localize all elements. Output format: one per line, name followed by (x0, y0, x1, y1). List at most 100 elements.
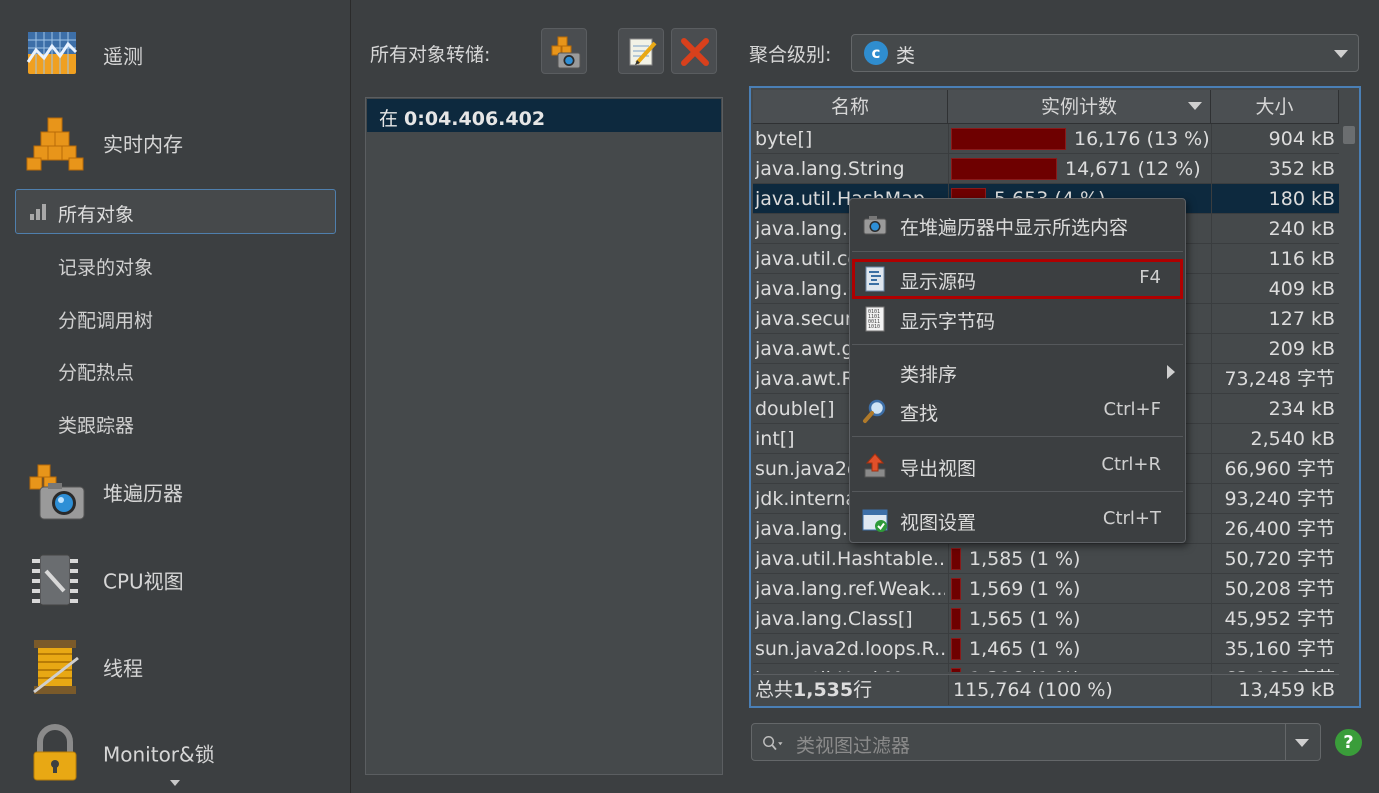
nav-allocation-call-tree[interactable]: 分配调用树 (58, 306, 153, 333)
nav-all-objects[interactable]: 所有对象 (15, 189, 336, 234)
nav-all-objects-label: 所有对象 (58, 204, 135, 226)
cell-instance-count: 14,671 (12 %) (948, 154, 1210, 184)
cell-size: 45,952 字节 (1211, 604, 1339, 634)
nav-threads-label: 线程 (103, 656, 143, 681)
dump-list[interactable]: 在 0:04.406.402 (365, 97, 723, 775)
nav-allocation-hot-spots[interactable]: 分配热点 (58, 358, 134, 385)
cell-size: 2,540 kB (1211, 424, 1339, 454)
cell-size: 26,400 字节 (1211, 514, 1339, 544)
delete-button[interactable] (671, 28, 717, 74)
lock-icon (26, 724, 84, 782)
table-row[interactable]: sun.java2d.loops.R... 1,465 (1 %) 35,160 字… (753, 634, 1339, 664)
nav-threads[interactable]: 线程 (26, 632, 143, 702)
table-row[interactable]: java.lang.ref.Weak... 1,569 (1 %) 50,208 字… (753, 574, 1339, 604)
heap-snapshot-icon (551, 36, 581, 69)
menu-item-find[interactable]: 查找 Ctrl+F (850, 393, 1185, 427)
cell-instance-count: 1,569 (1 %) (948, 574, 1210, 604)
table-footer: 总共1,535行 115,764 (100 %) 13,459 kB (753, 674, 1339, 705)
menu-item-export-view[interactable]: 导出视图 Ctrl+R (850, 448, 1185, 482)
instance-count-bar (951, 128, 1066, 150)
sidebar: 遥测 实时内存 所有对象 记录的对象 分配调用树 分配热点 类跟踪器 堆遍历器 … (0, 0, 351, 793)
help-button[interactable]: ? (1335, 729, 1362, 756)
find-icon (863, 399, 886, 423)
table-row[interactable]: java.util.Hashtable... 1,585 (1 %) 50,720 … (753, 544, 1339, 574)
search-icon (763, 736, 783, 751)
dump-list-item[interactable]: 在 0:04.406.402 (367, 99, 721, 132)
cell-instance-count: 1,565 (1 %) (948, 604, 1210, 634)
table-row[interactable]: java.lang.String 14,671 (12 %) 352 kB (753, 154, 1339, 184)
cell-class-name: java.lang.Class[] (755, 608, 913, 630)
aggregation-label: 聚合级别: (749, 44, 832, 66)
chevron-down-icon (1334, 50, 1348, 58)
nav-heap-walker-label: 堆遍历器 (103, 481, 183, 506)
instance-count-bar (951, 158, 1057, 180)
bytecode-icon: 0101110100111010 (865, 306, 885, 332)
cell-class-name: sun.java2d.loops.R... (755, 638, 945, 660)
cell-size: 116 kB (1211, 244, 1339, 274)
edit-button[interactable] (618, 28, 664, 74)
cell-size: 63,168 字节 (1211, 664, 1339, 672)
view-settings-icon (862, 509, 888, 532)
menu-item-shortcut: Ctrl+T (1102, 508, 1161, 529)
nav-class-tracker[interactable]: 类跟踪器 (58, 411, 134, 438)
cell-size: 66,960 字节 (1211, 454, 1339, 484)
cell-size: 409 kB (1211, 274, 1339, 304)
class-view-filter[interactable]: 类视图过滤器 (751, 723, 1321, 761)
instance-count-text: 16,176 (13 %) (1074, 128, 1210, 150)
menu-item-show-bytecode[interactable]: 0101 1101 0011 1010 显示字节码 (850, 301, 1185, 335)
footer-total-size: 13,459 kB (1211, 675, 1339, 705)
table-header: 名称 实例计数 大小 (753, 90, 1339, 124)
scrollbar-thumb[interactable] (1343, 126, 1355, 144)
nav-recorded-objects[interactable]: 记录的对象 (58, 253, 153, 280)
nav-telemetry[interactable]: 遥测 (26, 20, 143, 90)
menu-item-class-sorting[interactable]: 类排序 (850, 354, 1185, 388)
table-row[interactable]: java.lang.Class[] 1,565 (1 %) 45,952 字节 (753, 604, 1339, 634)
cell-class-name: java.lang.String (755, 158, 905, 180)
sidebar-scroll-down-icon[interactable] (170, 780, 180, 786)
cell-instance-count: 16,176 (13 %) (948, 124, 1210, 154)
nav-cpu-views-label: CPU视图 (103, 569, 184, 594)
live-memory-icon (26, 114, 84, 172)
aggregation-select[interactable]: c 类 (851, 34, 1359, 72)
instance-count-bar (951, 668, 961, 672)
nav-heap-walker[interactable]: 堆遍历器 (26, 457, 183, 527)
instance-count-text: 14,671 (12 %) (1065, 158, 1201, 180)
nav-telemetry-label: 遥测 (103, 44, 143, 69)
threads-icon (26, 638, 84, 696)
column-header-instance-count[interactable]: 实例计数 (948, 90, 1211, 124)
heap-walker-icon (26, 463, 85, 521)
nav-monitors-locks[interactable]: Monitor&锁 (26, 718, 215, 788)
take-heap-snapshot-button[interactable] (541, 28, 587, 74)
cell-size: 50,720 字节 (1211, 544, 1339, 574)
cell-size: 352 kB (1211, 154, 1339, 184)
cell-class-name: java.util.HashMap... (755, 664, 945, 672)
dump-item-prefix: 在 (379, 108, 405, 130)
column-header-size[interactable]: 大小 (1211, 90, 1339, 124)
menu-item-show-in-heap-walker[interactable]: 在堆遍历器中显示所选内容 (850, 207, 1185, 241)
chevron-down-icon[interactable] (1295, 739, 1309, 747)
menu-item-view-settings[interactable]: 视图设置 Ctrl+T (850, 502, 1185, 536)
menu-item-label: 显示字节码 (900, 311, 996, 333)
instance-count-text: 1,465 (1 %) (969, 638, 1081, 660)
table-row[interactable]: byte[] 16,176 (13 %) 904 kB (753, 124, 1339, 154)
cell-size: 35,160 字节 (1211, 634, 1339, 664)
telemetry-icon (26, 26, 84, 84)
cell-size: 50,208 字节 (1211, 574, 1339, 604)
instance-count-bar (951, 578, 961, 600)
cell-size: 904 kB (1211, 124, 1339, 154)
cell-instance-count: 1,585 (1 %) (948, 544, 1210, 574)
svg-text:1010: 1010 (868, 324, 880, 330)
menu-separator (852, 436, 1183, 437)
table-row[interactable]: java.util.HashMap... 1,316 (1 %) 63,168 字节 (753, 664, 1339, 672)
column-header-name[interactable]: 名称 (753, 90, 948, 124)
class-icon: c (864, 41, 888, 65)
dump-item-time: 0:04.406.402 (404, 108, 546, 130)
nav-cpu-views[interactable]: CPU视图 (26, 545, 184, 615)
nav-live-memory[interactable]: 实时内存 (26, 108, 183, 178)
instance-count-text: 1,565 (1 %) (969, 608, 1081, 630)
menu-item-shortcut: Ctrl+F (1103, 399, 1161, 420)
bar-chart-icon (30, 204, 48, 220)
cell-size: 127 kB (1211, 304, 1339, 334)
table-scrollbar[interactable] (1341, 124, 1357, 672)
context-menu: 在堆遍历器中显示所选内容 显示源码 F4 0101 1101 0011 1010 显示… (849, 198, 1186, 543)
